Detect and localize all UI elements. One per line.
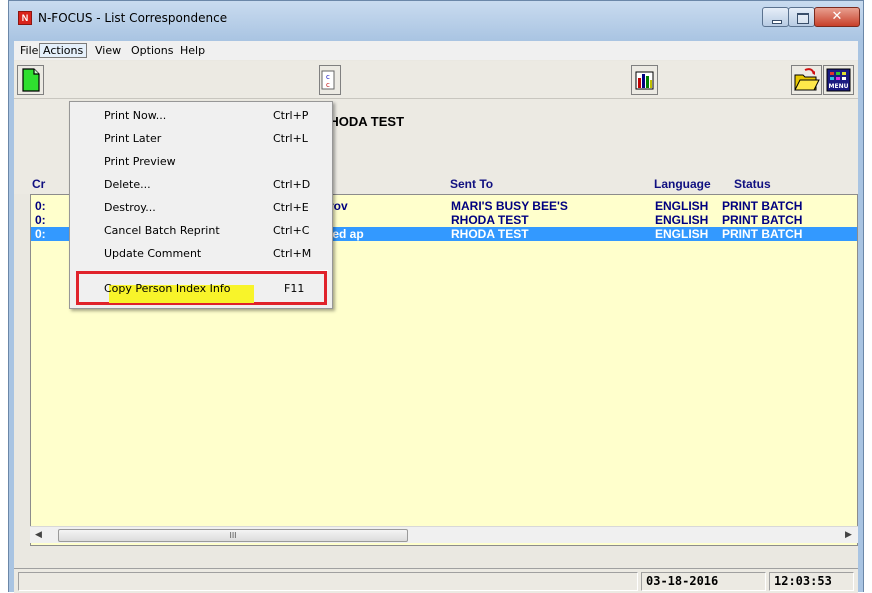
text-button[interactable]: c c bbox=[319, 65, 341, 95]
app-window: N N-FOCUS - List Correspondence ✕ File A… bbox=[8, 0, 864, 593]
cell-language: ENGLISH bbox=[655, 227, 709, 241]
menu-item-update-comment[interactable]: Update Comment Ctrl+M bbox=[70, 243, 332, 265]
menu-help[interactable]: Help bbox=[177, 43, 208, 58]
status-bar: 03-18-2016 12:03:53 bbox=[14, 568, 858, 593]
menu-item-print-preview[interactable]: Print Preview bbox=[70, 151, 332, 173]
menu-options[interactable]: Options bbox=[128, 43, 176, 58]
menu-item-shortcut: Ctrl+D bbox=[273, 178, 311, 191]
scroll-grip: III bbox=[229, 531, 237, 540]
menu-grid-icon: MENU bbox=[826, 68, 851, 92]
bar-chart-icon bbox=[635, 71, 654, 90]
menu-item-print-now[interactable]: Print Now... Ctrl+P bbox=[70, 105, 332, 127]
app-logo-icon: N bbox=[18, 11, 32, 25]
menu-actions[interactable]: Actions bbox=[39, 43, 88, 58]
open-button[interactable] bbox=[791, 65, 822, 95]
menu-item-label: Cancel Batch Reprint bbox=[104, 224, 220, 237]
menu-button[interactable]: MENU bbox=[823, 65, 854, 95]
menu-item-label: Print Later bbox=[104, 132, 162, 145]
chevron-left-icon: ◀ bbox=[35, 530, 42, 540]
column-header-created[interactable]: Cr bbox=[32, 177, 45, 191]
minimize-button[interactable] bbox=[762, 7, 789, 27]
menu-item-shortcut: Ctrl+L bbox=[273, 132, 308, 145]
status-date: 03-18-2016 bbox=[641, 572, 766, 591]
horizontal-scrollbar[interactable]: ◀ III ▶ bbox=[30, 526, 858, 543]
scroll-thumb[interactable]: III bbox=[58, 529, 408, 542]
menu-item-label: Print Preview bbox=[104, 155, 176, 168]
client-area: File Actions View Options Help c c MENU … bbox=[14, 41, 858, 593]
menu-item-label: Copy Person Index Info bbox=[104, 282, 231, 295]
cell-language: ENGLISH bbox=[655, 213, 709, 227]
toolbar: c c MENU bbox=[14, 61, 858, 99]
cell-language: ENGLISH bbox=[655, 199, 709, 213]
status-time: 12:03:53 bbox=[769, 572, 854, 591]
svg-text:c: c bbox=[326, 81, 330, 89]
chart-button[interactable] bbox=[631, 65, 658, 95]
menu-item-shortcut: Ctrl+C bbox=[273, 224, 310, 237]
menu-item-shortcut: Ctrl+E bbox=[273, 201, 309, 214]
chevron-right-icon: ▶ bbox=[845, 530, 852, 540]
menu-item-shortcut: F11 bbox=[284, 282, 305, 295]
cell-sent-to: RHODA TEST bbox=[451, 227, 529, 241]
new-button[interactable] bbox=[17, 65, 44, 95]
cell-created: 0: bbox=[35, 199, 46, 213]
maximize-button[interactable] bbox=[788, 7, 815, 27]
menu-item-label: Print Now... bbox=[104, 109, 167, 122]
menu-item-label: Delete... bbox=[104, 178, 151, 191]
menu-item-copy-person-index-info[interactable]: Copy Person Index Info F11 bbox=[70, 278, 332, 300]
menu-item-destroy[interactable]: Destroy... Ctrl+E bbox=[70, 197, 332, 219]
menu-item-cancel-batch-reprint[interactable]: Cancel Batch Reprint Ctrl+C bbox=[70, 220, 332, 242]
scroll-left-button[interactable]: ◀ bbox=[30, 527, 47, 544]
menu-button-label: MENU bbox=[829, 83, 849, 90]
menu-bar: File Actions View Options Help bbox=[14, 41, 858, 60]
window-title: N-FOCUS - List Correspondence bbox=[38, 11, 228, 25]
close-button[interactable]: ✕ bbox=[814, 7, 860, 27]
cell-status: PRINT BATCH bbox=[722, 199, 803, 213]
close-icon: ✕ bbox=[831, 9, 843, 24]
scroll-right-button[interactable]: ▶ bbox=[840, 527, 857, 544]
menu-item-shortcut: Ctrl+M bbox=[273, 247, 312, 260]
menu-item-shortcut: Ctrl+P bbox=[273, 109, 309, 122]
menu-item-print-later[interactable]: Print Later Ctrl+L bbox=[70, 128, 332, 150]
cell-status: PRINT BATCH bbox=[722, 227, 803, 241]
menu-item-delete[interactable]: Delete... Ctrl+D bbox=[70, 174, 332, 196]
text-abc-icon: c c bbox=[321, 70, 335, 90]
open-folder-icon bbox=[794, 68, 820, 91]
cell-status: PRINT BATCH bbox=[722, 213, 803, 227]
cell-sent-to: MARI'S BUSY BEE'S bbox=[451, 199, 568, 213]
cell-sent-to: RHODA TEST bbox=[451, 213, 529, 227]
cell-created: 0: bbox=[35, 227, 46, 241]
menu-view[interactable]: View bbox=[92, 43, 124, 58]
column-header-language[interactable]: Language bbox=[654, 177, 711, 191]
svg-text:c: c bbox=[326, 73, 330, 81]
column-header-status[interactable]: Status bbox=[734, 177, 771, 191]
menu-file[interactable]: File bbox=[17, 43, 41, 58]
menu-item-label: Destroy... bbox=[104, 201, 156, 214]
cell-created: 0: bbox=[35, 213, 46, 227]
title-bar[interactable]: N N-FOCUS - List Correspondence ✕ bbox=[9, 1, 863, 41]
actions-menu-dropdown: Print Now... Ctrl+P Print Later Ctrl+L P… bbox=[69, 101, 333, 309]
new-document-icon bbox=[22, 68, 40, 92]
column-header-sent-to[interactable]: Sent To bbox=[450, 177, 493, 191]
menu-item-label: Update Comment bbox=[104, 247, 202, 260]
status-message-panel bbox=[18, 572, 638, 591]
